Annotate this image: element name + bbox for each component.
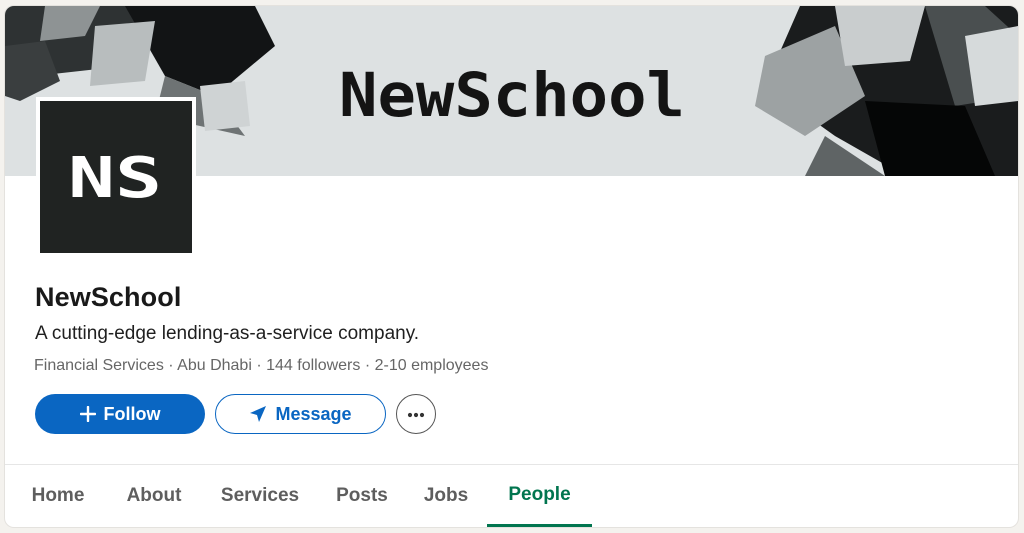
banner-wordmark: NewSchool	[339, 53, 689, 133]
logo-mark: NS	[40, 101, 192, 253]
paper-plane-icon	[249, 405, 267, 423]
page-tabs: Home About Services Posts Jobs People	[5, 465, 1018, 527]
tab-people[interactable]: People	[487, 465, 592, 527]
ellipsis-icon	[407, 405, 425, 423]
svg-text:NS: NS	[68, 152, 162, 202]
tab-home[interactable]: Home	[19, 465, 97, 527]
message-button[interactable]: Message	[215, 394, 386, 434]
follow-label: Follow	[103, 403, 161, 424]
follow-button[interactable]: Follow	[35, 394, 205, 434]
tab-posts[interactable]: Posts	[326, 465, 398, 527]
company-logo[interactable]: NS	[36, 97, 196, 257]
tab-about[interactable]: About	[111, 465, 197, 527]
plus-icon	[79, 406, 96, 422]
svg-text:NewSchool: NewSchool	[339, 60, 685, 131]
message-label: Message	[275, 403, 352, 424]
company-page-card: NewSchool NS NewSchool A cutting-edge le…	[5, 6, 1018, 527]
more-button[interactable]	[396, 394, 436, 434]
tab-services[interactable]: Services	[209, 465, 311, 527]
tab-jobs[interactable]: Jobs	[411, 465, 481, 527]
company-meta: Financial Services · Abu Dhabi · 144 fol…	[34, 357, 489, 374]
company-name: NewSchool	[35, 282, 182, 312]
company-tagline: A cutting-edge lending-as-a-service comp…	[35, 323, 420, 344]
